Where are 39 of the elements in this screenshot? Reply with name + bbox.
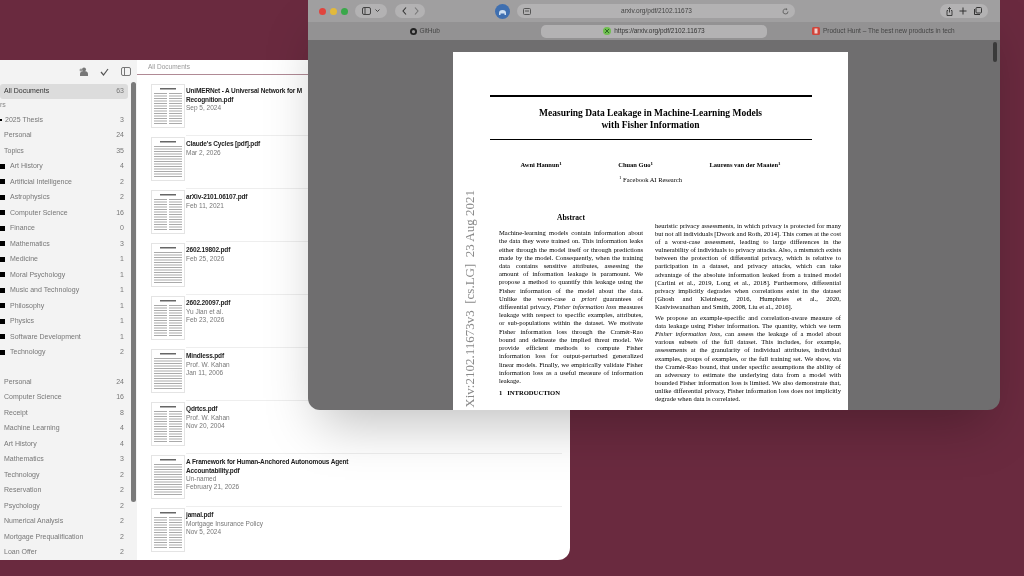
- folder-icon: [0, 303, 5, 309]
- plus-icon[interactable]: [959, 7, 968, 15]
- paper-title: Measuring Data Leakage in Machine-Learning Models: [539, 107, 762, 119]
- folder-icon: [0, 225, 5, 231]
- page-icon: [523, 7, 531, 15]
- folder-icon: [0, 210, 5, 216]
- folder-icon: [0, 241, 5, 247]
- folder-icon: [0, 179, 5, 185]
- document-thumbnail: [151, 137, 185, 181]
- folder-icon: [0, 272, 5, 278]
- scrollbar[interactable]: [131, 82, 136, 502]
- paper-title: with Fisher Information: [601, 119, 700, 131]
- tabs-overview-icon[interactable]: [973, 7, 982, 15]
- document-thumbnail: [151, 84, 185, 128]
- share-icon[interactable]: [946, 6, 954, 16]
- document-thumbnail: [151, 349, 185, 393]
- document-thumbnail: [151, 402, 185, 446]
- sidebar-icon[interactable]: [121, 67, 131, 77]
- folder-icon: [0, 318, 5, 324]
- document-thumbnail: [151, 243, 185, 287]
- sidebar-toggle-button[interactable]: [355, 4, 387, 18]
- scrollbar[interactable]: [993, 42, 997, 62]
- document-thumbnail: [151, 296, 185, 340]
- document-thumbnail: [151, 455, 185, 499]
- folder-icon: [0, 349, 5, 355]
- folder-icon: [0, 256, 5, 262]
- document-thumbnail: [151, 508, 185, 552]
- side-label: Xiv:2102.11673v3 [cs.LG] 23 Aug 2021: [463, 190, 476, 408]
- folder-icon: [0, 334, 5, 340]
- chevron-icon: [375, 9, 380, 13]
- folder-icon: [0, 194, 5, 200]
- folder-icon: [0, 163, 5, 169]
- checkmark-icon[interactable]: [100, 67, 109, 76]
- back-icon[interactable]: [401, 7, 407, 15]
- sidebar-icon: [362, 7, 371, 15]
- folder-icon: [0, 287, 5, 293]
- people-icon[interactable]: [78, 67, 88, 77]
- reload-icon[interactable]: [782, 7, 789, 15]
- document-thumbnail: [151, 190, 185, 234]
